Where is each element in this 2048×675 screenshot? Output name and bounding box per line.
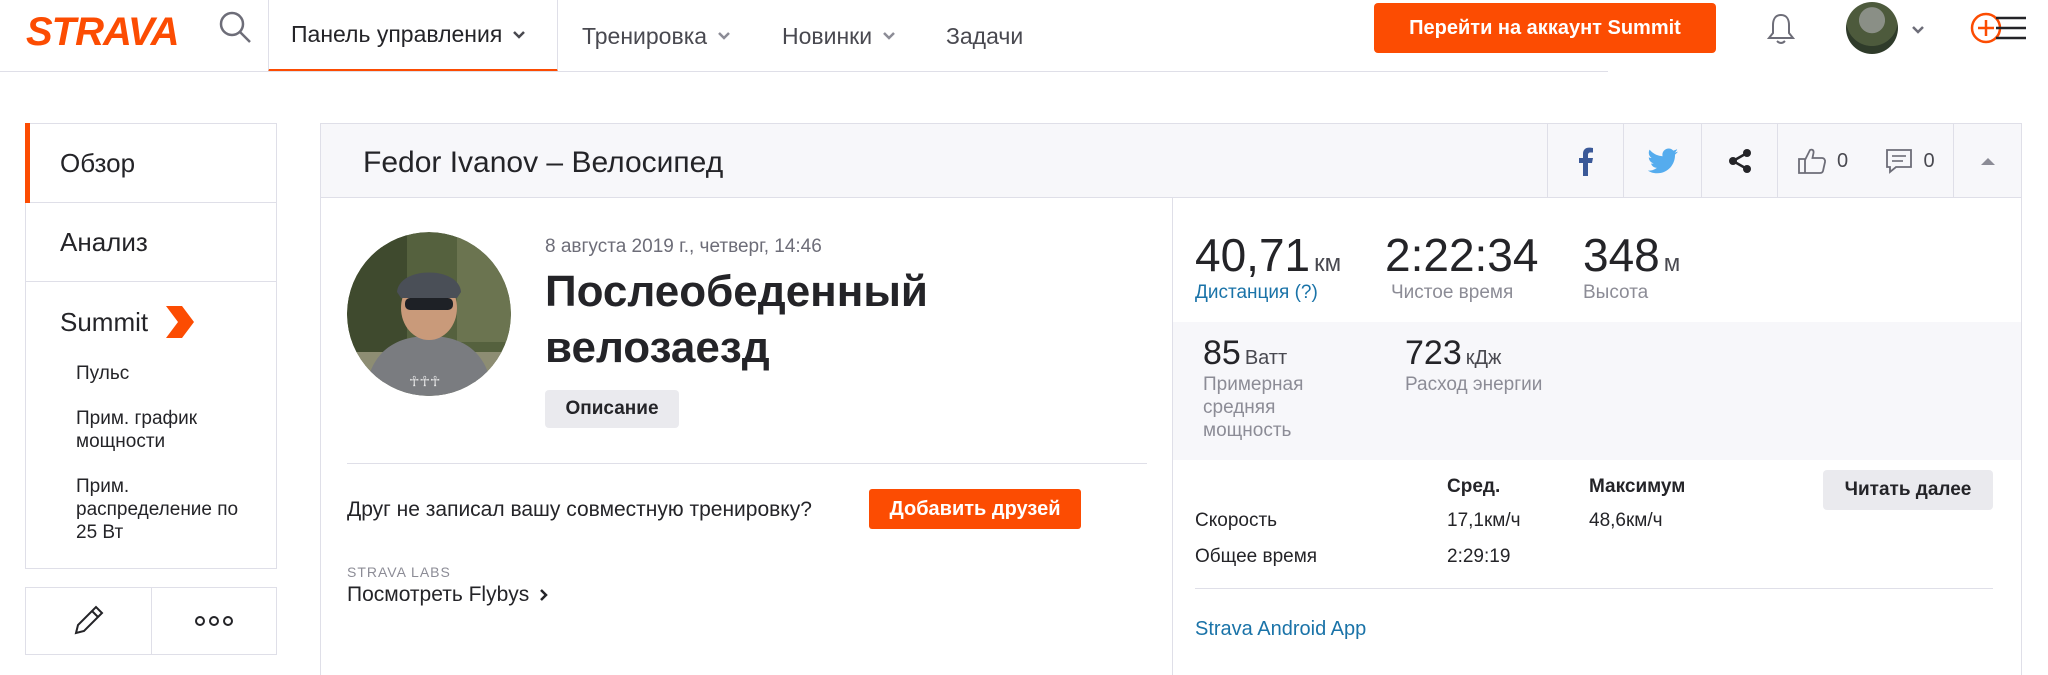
- chevron-right-icon: [540, 589, 549, 601]
- activity-panel: Fedor Ivanov – Велосипед 0 0 ☥☥☥ 8 авгус…: [320, 123, 2022, 675]
- stat-label: Расход энергии: [1405, 374, 1543, 395]
- chevron-down-icon: [513, 30, 526, 39]
- add-friends-button[interactable]: Добавить друзей: [869, 489, 1081, 529]
- comments-count: 0: [1923, 149, 1935, 172]
- sidebar-actions: [25, 587, 277, 655]
- share-facebook-button[interactable]: [1547, 124, 1623, 198]
- sidebar-menu: Обзор Анализ Summit Пульс Прим. график м…: [25, 123, 277, 569]
- athlete-avatar[interactable]: ☥☥☥: [347, 232, 511, 396]
- upload-plus-icon[interactable]: [1968, 10, 2028, 46]
- sidebar-item-summit[interactable]: Summit: [60, 304, 276, 340]
- activity-stats: 40,71 км Дистанция (?) 2:22:34 Чистое вре…: [1173, 198, 2021, 675]
- comments-button[interactable]: 0: [1867, 124, 1953, 198]
- stat-unit: Ватт: [1244, 347, 1288, 369]
- table-header-max: Максимум: [1589, 476, 1686, 497]
- edit-button[interactable]: [26, 588, 151, 654]
- more-icon: [194, 616, 233, 626]
- activity-summary: ☥☥☥ 8 августа 2019 г., четверг, 14:46 По…: [321, 198, 1173, 675]
- nav-tab-label: Тренировка: [582, 22, 708, 49]
- stat-value: 40,71: [1195, 229, 1311, 281]
- chevron-down-icon[interactable]: [1910, 22, 1926, 38]
- chevron-down-icon: [718, 32, 730, 40]
- kudos-button[interactable]: 0: [1777, 124, 1867, 198]
- stat-distance: 40,71 км Дистанция (?): [1195, 228, 1341, 304]
- chevron-down-icon: [883, 32, 895, 40]
- sidebar-subitem-heart-rate[interactable]: Пульс: [76, 362, 256, 385]
- sidebar-subitem-power-curve[interactable]: Прим. график мощности: [76, 407, 256, 453]
- sidebar-item-analysis[interactable]: Анализ: [26, 203, 276, 282]
- table-row-label: Общее время: [1195, 546, 1318, 567]
- strava-labs-label: STRAVA LABS: [347, 564, 451, 580]
- go-summit-button[interactable]: Перейти на аккаунт Summit: [1374, 3, 1716, 53]
- svg-text:☥☥☥: ☥☥☥: [409, 374, 440, 390]
- stat-label: Примерная средняя мощность: [1203, 374, 1304, 441]
- nav-tab-label: Задачи: [946, 22, 1024, 49]
- stat-label: Чистое время: [1391, 282, 1514, 303]
- distance-help-link[interactable]: Дистанция (?): [1195, 282, 1341, 304]
- bell-icon[interactable]: [1766, 12, 1796, 46]
- kudos-count: 0: [1836, 149, 1849, 172]
- stat-unit: кДж: [1465, 347, 1502, 369]
- flybys-link[interactable]: Посмотреть Flybys: [347, 583, 549, 607]
- more-button[interactable]: [150, 588, 277, 654]
- description-button[interactable]: Описание: [545, 390, 679, 428]
- share-button[interactable]: [1701, 124, 1777, 198]
- sidebar-item-overview[interactable]: Обзор: [25, 123, 276, 203]
- activity-owner-title: Fedor Ivanov – Велосипед: [363, 146, 724, 179]
- activity-header: Fedor Ivanov – Велосипед 0 0: [321, 124, 2021, 198]
- comment-icon: [1886, 149, 1913, 174]
- user-avatar[interactable]: [1846, 2, 1898, 54]
- summary-divider: [347, 463, 1147, 464]
- top-navigation: STRAVA Панель управления Тренировка Нови…: [0, 0, 2048, 72]
- read-more-button[interactable]: Читать далее: [1823, 470, 1993, 510]
- share-twitter-button[interactable]: [1623, 124, 1701, 198]
- thumbs-up-icon: [1798, 148, 1826, 174]
- stat-avg-power: 85 Ватт Примерная средняя мощность: [1203, 334, 1363, 442]
- device-link[interactable]: Strava Android App: [1195, 618, 1366, 641]
- friend-question: Друг не записал вашу совместную трениров…: [347, 498, 812, 521]
- sidebar-item-label: Анализ: [60, 226, 148, 257]
- stat-value: 348: [1583, 229, 1660, 281]
- stat-moving-time: 2:22:34 Чистое время: [1385, 228, 1538, 304]
- stats-divider: [1195, 588, 1993, 589]
- facebook-icon: [1578, 147, 1593, 176]
- collapse-button[interactable]: [1953, 124, 2021, 198]
- activity-date: 8 августа 2019 г., четверг, 14:46: [545, 236, 822, 257]
- nav-divider: [0, 71, 1608, 72]
- sidebar-summit-section: Summit Пульс Прим. график мощности Прим.…: [26, 282, 276, 568]
- table-row-label: Скорость: [1195, 510, 1278, 531]
- stat-unit: м: [1663, 250, 1681, 277]
- stat-value: 2:22:34: [1385, 229, 1539, 281]
- strava-logo[interactable]: STRAVA: [26, 10, 180, 55]
- search-icon[interactable]: [218, 10, 252, 44]
- sidebar-item-label: Summit: [60, 306, 149, 337]
- pencil-icon: [74, 605, 104, 635]
- sidebar-subitem-power-distribution[interactable]: Прим. распределение по 25 Вт: [76, 475, 256, 544]
- nav-tab-label: Новинки: [782, 22, 873, 49]
- share-icon: [1728, 149, 1751, 173]
- table-cell-avg: 17,1км/ч: [1447, 510, 1521, 531]
- secondary-stats: 85 Ватт Примерная средняя мощность 723 кДж…: [1173, 322, 2021, 460]
- activity-sidebar: Обзор Анализ Summit Пульс Прим. график м…: [25, 123, 277, 655]
- table-header-avg: Сред.: [1447, 476, 1501, 497]
- stat-energy: 723 кДж Расход энергии: [1405, 334, 1605, 396]
- sidebar-item-label: Обзор: [60, 147, 136, 178]
- table-cell-avg: 2:29:19: [1447, 546, 1511, 567]
- stat-value: 723: [1405, 334, 1462, 372]
- stat-value: 85: [1203, 334, 1241, 372]
- nav-tab-label: Панель управления: [291, 21, 503, 47]
- stat-label: Высота: [1583, 282, 1649, 303]
- flybys-label: Посмотреть Flybys: [347, 583, 530, 606]
- stat-unit: км: [1314, 250, 1342, 277]
- nav-tab-dashboard[interactable]: Панель управления: [268, 0, 558, 72]
- table-cell-max: 48,6км/ч: [1589, 510, 1663, 531]
- stat-elevation: 348 м Высота: [1583, 228, 1680, 304]
- activity-name: Послеобеденный велозаезд: [545, 267, 928, 372]
- nav-tab-news[interactable]: Новинки: [782, 0, 896, 72]
- caret-up-icon: [1980, 158, 1995, 165]
- summit-chevron-icon: [166, 306, 195, 338]
- nav-tab-training[interactable]: Тренировка: [582, 0, 731, 72]
- nav-tab-challenges[interactable]: Задачи: [946, 0, 1023, 72]
- twitter-icon: [1647, 148, 1678, 174]
